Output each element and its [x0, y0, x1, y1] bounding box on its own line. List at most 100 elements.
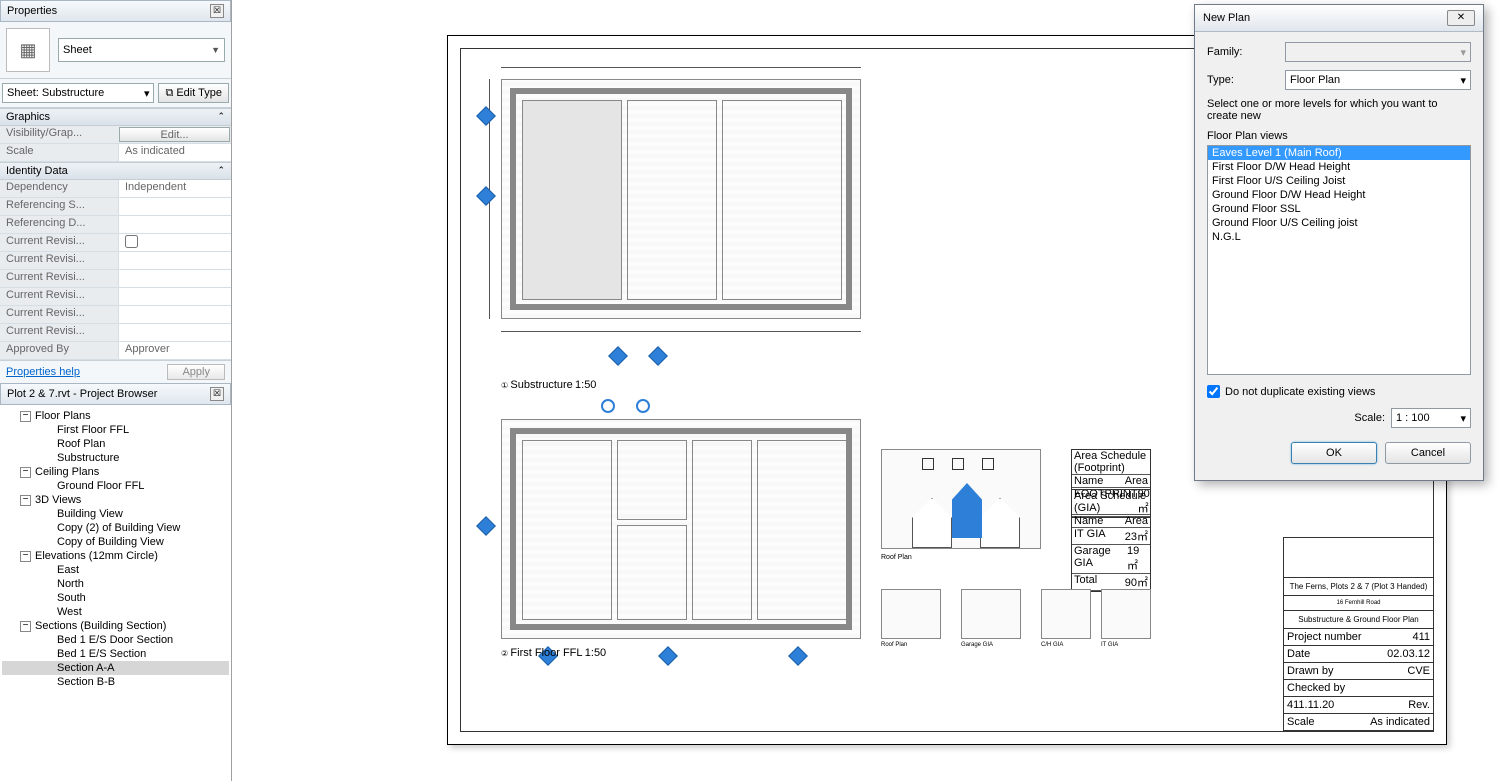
tree-node[interactable]: −Elevations (12mm Circle): [2, 549, 229, 563]
property-row[interactable]: Current Revisi...: [0, 324, 231, 342]
apply-button[interactable]: Apply: [167, 364, 225, 380]
level-list-item[interactable]: Ground Floor SSL: [1208, 202, 1470, 216]
dialog-titlebar[interactable]: New Plan ✕: [1195, 5, 1483, 32]
type-dropdown[interactable]: Sheet ▼: [58, 38, 225, 62]
tree-node[interactable]: −3D Views: [2, 493, 229, 507]
property-row[interactable]: Referencing D...: [0, 216, 231, 234]
tree-label: Section A-A: [57, 662, 114, 674]
type-label: Type:: [1207, 74, 1277, 86]
property-value[interactable]: Edit...: [119, 127, 230, 142]
property-value[interactable]: Independent: [118, 180, 231, 197]
project-browser-tree[interactable]: −Floor PlansFirst Floor FFLRoof PlanSubs…: [0, 405, 231, 781]
cancel-button[interactable]: Cancel: [1385, 442, 1471, 464]
dialog-title-text: New Plan: [1203, 12, 1250, 24]
tree-toggle-icon[interactable]: −: [20, 411, 31, 422]
checkbox-label: Do not duplicate existing views: [1225, 386, 1375, 398]
chevron-down-icon: ▾: [1460, 412, 1466, 425]
tree-toggle-icon[interactable]: −: [20, 621, 31, 632]
new-plan-dialog: New Plan ✕ Family: ▾ Type: Floor Plan ▾ …: [1194, 4, 1484, 481]
properties-help-link[interactable]: Properties help: [6, 366, 80, 378]
tree-label: Sections (Building Section): [35, 620, 166, 632]
tree-label: Building View: [57, 508, 123, 520]
level-list-item[interactable]: Eaves Level 1 (Main Roof): [1208, 146, 1470, 160]
ok-button[interactable]: OK: [1291, 442, 1377, 464]
tree-toggle-icon[interactable]: −: [20, 495, 31, 506]
tree-node[interactable]: North: [2, 577, 229, 591]
property-group-header[interactable]: Identity Data⌃: [0, 162, 231, 180]
tree-toggle-icon[interactable]: −: [20, 467, 31, 478]
plan-view-first-floor: [501, 419, 861, 639]
property-value[interactable]: [118, 306, 231, 323]
mini-plan: [961, 589, 1021, 639]
level-list-item[interactable]: First Floor U/S Ceiling Joist: [1208, 174, 1470, 188]
property-value[interactable]: [118, 270, 231, 287]
tree-node[interactable]: First Floor FFL: [2, 423, 229, 437]
property-label: Dependency: [0, 180, 118, 197]
tree-label: North: [57, 578, 84, 590]
level-list-item[interactable]: N.G.L: [1208, 230, 1470, 244]
tree-label: Ceiling Plans: [35, 466, 99, 478]
tree-node[interactable]: Ground Floor FFL: [2, 479, 229, 493]
property-value[interactable]: [118, 324, 231, 341]
scale-dropdown[interactable]: 1 : 100 ▾: [1391, 408, 1471, 428]
level-list-item[interactable]: First Floor D/W Head Height: [1208, 160, 1470, 174]
property-value[interactable]: Approver: [118, 342, 231, 359]
property-row[interactable]: DependencyIndependent: [0, 180, 231, 198]
instance-value: Sheet: Substructure: [7, 87, 104, 99]
property-row[interactable]: Approved ByApprover: [0, 342, 231, 360]
tree-node[interactable]: −Sections (Building Section): [2, 619, 229, 633]
property-value[interactable]: [118, 198, 231, 215]
section-marker-icon: [788, 646, 808, 666]
tree-node[interactable]: Bed 1 E/S Section: [2, 647, 229, 661]
property-row[interactable]: Visibility/Grap...Edit...: [0, 126, 231, 144]
properties-close-icon[interactable]: ☒: [210, 4, 224, 18]
property-group-header[interactable]: Graphics⌃: [0, 108, 231, 126]
property-row[interactable]: Current Revisi...: [0, 288, 231, 306]
tree-toggle-icon[interactable]: −: [20, 551, 31, 562]
property-value[interactable]: [118, 252, 231, 269]
browser-title: Plot 2 & 7.rvt - Project Browser: [7, 388, 157, 400]
tree-node[interactable]: East: [2, 563, 229, 577]
section-marker-icon: [476, 516, 496, 536]
property-value[interactable]: [118, 216, 231, 233]
level-list-item[interactable]: Ground Floor D/W Head Height: [1208, 188, 1470, 202]
scale-label: Scale:: [1354, 412, 1385, 424]
property-row[interactable]: ScaleAs indicated: [0, 144, 231, 162]
property-value[interactable]: As indicated: [118, 144, 231, 161]
section-marker-icon: [476, 106, 496, 126]
property-label: Approved By: [0, 342, 118, 359]
level-list-item[interactable]: Ground Floor U/S Ceiling joist: [1208, 216, 1470, 230]
property-label: Current Revisi...: [0, 252, 118, 269]
browser-close-icon[interactable]: ☒: [210, 387, 224, 401]
property-row[interactable]: Current Revisi...: [0, 306, 231, 324]
property-row[interactable]: Current Revisi...: [0, 270, 231, 288]
tree-node[interactable]: West: [2, 605, 229, 619]
property-label: Scale: [0, 144, 118, 161]
tree-node[interactable]: −Floor Plans: [2, 409, 229, 423]
type-dropdown[interactable]: Floor Plan ▾: [1285, 70, 1471, 90]
edit-type-button[interactable]: ⧉ Edit Type: [158, 83, 229, 103]
tree-node[interactable]: Substructure: [2, 451, 229, 465]
dialog-close-button[interactable]: ✕: [1447, 10, 1475, 26]
tree-node[interactable]: South: [2, 591, 229, 605]
tree-node[interactable]: Copy of Building View: [2, 535, 229, 549]
chevron-down-icon: ▾: [1460, 46, 1466, 59]
levels-listbox[interactable]: Eaves Level 1 (Main Roof)First Floor D/W…: [1207, 145, 1471, 375]
family-dropdown[interactable]: ▾: [1285, 42, 1471, 62]
instance-dropdown[interactable]: Sheet: Substructure ▾: [2, 83, 154, 103]
tree-node[interactable]: −Ceiling Plans: [2, 465, 229, 479]
property-value[interactable]: [118, 234, 231, 251]
tree-node[interactable]: Roof Plan: [2, 437, 229, 451]
tree-node[interactable]: Bed 1 E/S Door Section: [2, 633, 229, 647]
property-value[interactable]: [118, 288, 231, 305]
tree-node[interactable]: Copy (2) of Building View: [2, 521, 229, 535]
chevron-down-icon: ▼: [211, 45, 220, 55]
property-row[interactable]: Current Revisi...: [0, 234, 231, 252]
property-row[interactable]: Referencing S...: [0, 198, 231, 216]
property-row[interactable]: Current Revisi...: [0, 252, 231, 270]
tree-label: Bed 1 E/S Section: [57, 648, 146, 660]
no-duplicate-checkbox[interactable]: [1207, 385, 1220, 398]
tree-node[interactable]: Section A-A: [2, 661, 229, 675]
tree-node[interactable]: Building View: [2, 507, 229, 521]
tree-node[interactable]: Section B-B: [2, 675, 229, 689]
